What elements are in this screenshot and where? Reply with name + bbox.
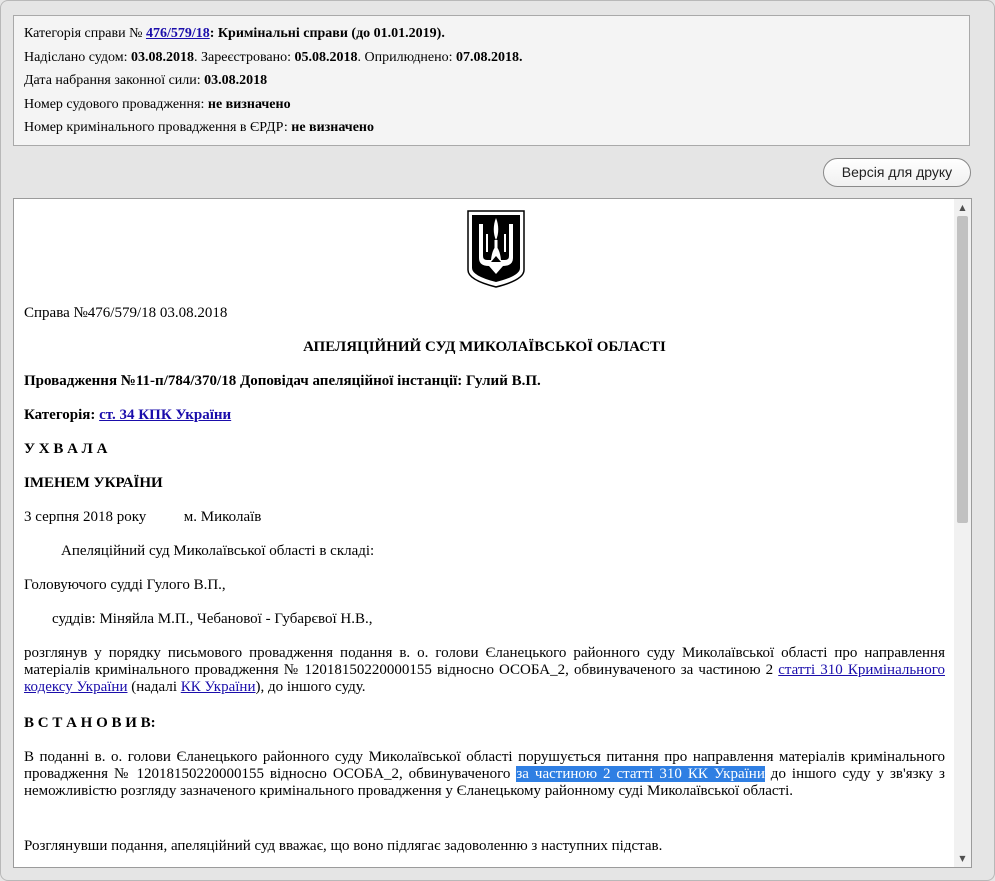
case-line: Справа №476/579/18 03.08.2018 xyxy=(24,305,228,321)
proceeding-line: Провадження №11-п/784/370/18 Доповідач а… xyxy=(24,373,541,389)
case-dates-row: Надіслано судом: 03.08.2018. Зареєстрова… xyxy=(24,49,523,65)
composition-line: Апеляційний суд Миколаївської області в … xyxy=(61,543,375,559)
scrollbar-thumb[interactable] xyxy=(957,216,968,523)
category-line: Категорія: ст. 34 КПК України xyxy=(24,407,232,423)
case-category-row: Категорія справи № 476/579/18: Криміналь… xyxy=(24,26,445,41)
page-frame: Категорія справи № 476/579/18: Криміналь… xyxy=(0,0,995,881)
vertical-scrollbar[interactable]: ▲ ▼ xyxy=(954,199,971,867)
submission-paragraph: В поданні в. о. голови Єланецького район… xyxy=(24,749,945,799)
print-version-button[interactable]: Версія для друку xyxy=(823,158,971,187)
considered-paragraph: розглянув у порядку письмового проваджен… xyxy=(24,645,945,695)
trident-emblem-icon xyxy=(467,210,525,288)
judges-line: суддів: Міняйла М.П., Чебанової - Губарє… xyxy=(52,611,373,627)
effective-date-row: Дата набрання законної сили: 03.08.2018 xyxy=(24,73,268,88)
arrow-up-icon[interactable]: ▲ xyxy=(954,199,971,216)
category-article-link[interactable]: ст. 34 КПК України xyxy=(99,407,231,423)
court-proceeding-row: Номер судового провадження: не визначено xyxy=(24,96,291,112)
selected-text[interactable]: за частиною 2 статті 310 КК України xyxy=(516,766,765,782)
criminal-code-link[interactable]: КК України xyxy=(181,679,256,695)
criminal-proceeding-row: Номер кримінального провадження в ЄРДР: … xyxy=(24,120,374,135)
date-place-line: 3 серпня 2018 року м. Миколаїв xyxy=(24,509,262,525)
presiding-judge-line: Головуючого судді Гулого В.П., xyxy=(24,577,226,593)
court-title: АПЕЛЯЦІЙНИЙ СУД МИКОЛАЇВСЬКОЇ ОБЛАСТІ xyxy=(303,339,666,355)
document-viewer[interactable]: Справа №476/579/18 03.08.2018 АПЕЛЯЦІЙНИ… xyxy=(13,198,972,868)
arrow-down-icon[interactable]: ▼ xyxy=(954,850,971,867)
case-number-link[interactable]: 476/579/18 xyxy=(146,26,210,41)
in-name-heading: ІМЕНЕМ УКРАЇНИ xyxy=(24,475,163,491)
case-info-panel: Категорія справи № 476/579/18: Криміналь… xyxy=(13,15,970,146)
ruling-heading: У Х В А Л А xyxy=(24,441,108,457)
considering-paragraph: Розглянувши подання, апеляційний суд вва… xyxy=(24,838,663,854)
established-heading: В С Т А Н О В И В: xyxy=(24,715,156,731)
